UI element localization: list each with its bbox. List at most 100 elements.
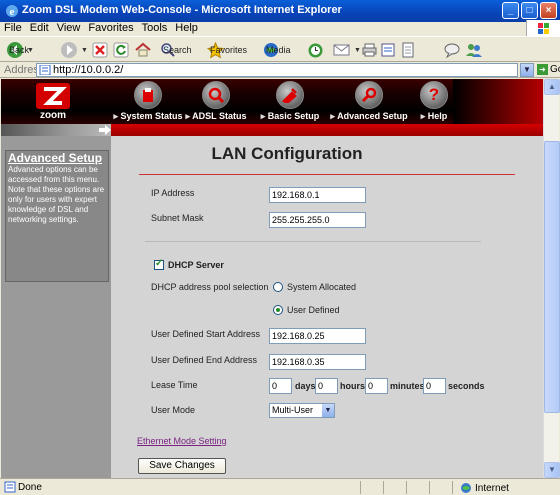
lease-seconds-input[interactable]: 0 xyxy=(423,378,446,394)
page-done-icon xyxy=(4,481,16,493)
save-changes-button[interactable]: Save Changes xyxy=(138,458,226,474)
lease-minutes-input[interactable]: 0 xyxy=(365,378,388,394)
menu-help[interactable]: Help xyxy=(171,22,202,34)
menu-file[interactable]: File xyxy=(0,22,26,34)
subnet-mask-input[interactable]: 255.255.255.0 xyxy=(269,212,366,228)
dhcp-server-label: DHCP Server xyxy=(168,260,224,270)
nav-adsl-status[interactable]: ▸ ADSL Status xyxy=(181,81,251,122)
lease-hours-input[interactable]: 0 xyxy=(315,378,338,394)
mail-button[interactable]: ▼ xyxy=(333,40,361,60)
magnifier-icon xyxy=(202,81,230,109)
refresh-icon xyxy=(113,42,129,58)
status-text: Done xyxy=(18,482,42,493)
go-arrow-icon: ➜ xyxy=(537,64,548,75)
system-status-icon xyxy=(134,81,162,109)
end-address-input[interactable]: 192.168.0.35 xyxy=(269,354,366,370)
address-bar: Address http://10.0.0.2/ ▼ ➜Go xyxy=(0,62,560,78)
go-button[interactable]: ➜Go xyxy=(537,64,560,75)
menu-edit[interactable]: Edit xyxy=(26,22,53,34)
system-allocated-radio[interactable] xyxy=(273,282,283,292)
sidebar-info: Advanced Setup Advanced options can be a… xyxy=(5,150,109,282)
printer-icon xyxy=(362,43,377,57)
svg-text:e: e xyxy=(10,6,15,18)
ip-address-input[interactable]: 192.168.0.1 xyxy=(269,187,366,203)
hours-label: hours xyxy=(340,381,366,391)
back-button[interactable]: Back ▼ xyxy=(6,40,34,60)
discuss-button[interactable] xyxy=(402,40,414,60)
lease-days-input[interactable]: 0 xyxy=(269,378,292,394)
days-label: days xyxy=(295,381,316,391)
lan-config-panel: LAN Configuration IP Address 192.168.0.1… xyxy=(111,136,543,478)
status-bar: Done Internet xyxy=(0,478,560,495)
zoom-logo: zoom xyxy=(36,83,70,121)
minimize-button[interactable]: _ xyxy=(502,2,519,19)
minutes-label: minutes xyxy=(390,381,425,391)
nav-system-status[interactable]: ▸ System Status xyxy=(113,81,183,122)
sidebar-title[interactable]: Advanced Setup xyxy=(8,152,106,165)
nav-advanced-setup[interactable]: ▸ Advanced Setup xyxy=(329,81,409,122)
section-divider xyxy=(145,241,481,242)
research-button[interactable] xyxy=(465,40,483,60)
address-dropdown-icon[interactable]: ▼ xyxy=(520,63,534,77)
menu-bar: File Edit View Favorites Tools Help xyxy=(0,20,560,36)
history-icon xyxy=(308,43,323,57)
globe-icon xyxy=(461,483,471,493)
stop-button[interactable] xyxy=(92,40,108,60)
scroll-thumb[interactable] xyxy=(544,141,560,413)
nav-help[interactable]: ? ▸ Help xyxy=(409,81,459,122)
user-mode-label: User Mode xyxy=(151,405,196,415)
window-title: Zoom DSL Modem Web-Console - Microsoft I… xyxy=(22,4,342,16)
start-address-label: User Defined Start Address xyxy=(151,329,261,339)
user-defined-radio[interactable] xyxy=(273,305,283,315)
print-button[interactable] xyxy=(361,40,378,60)
messenger-button[interactable] xyxy=(443,40,461,60)
title-bar: e Zoom DSL Modem Web-Console - Microsoft… xyxy=(0,0,560,22)
refresh-button[interactable] xyxy=(113,40,129,60)
ip-address-label: IP Address xyxy=(151,188,195,198)
start-address-input[interactable]: 192.168.0.25 xyxy=(269,328,366,344)
pool-selection-label: DHCP address pool selection xyxy=(151,282,269,292)
red-band xyxy=(1,124,543,136)
scroll-up-icon[interactable]: ▲ xyxy=(544,79,560,95)
home-button[interactable] xyxy=(134,40,152,60)
forward-button[interactable]: ▼ xyxy=(60,40,88,60)
mail-icon xyxy=(333,44,350,56)
favorites-button[interactable]: Favorites xyxy=(207,40,247,60)
basic-setup-icon xyxy=(276,81,304,109)
arrow-right-icon xyxy=(99,125,111,135)
user-mode-select[interactable]: Multi-User ▼ xyxy=(269,403,335,418)
wrench-icon xyxy=(355,81,383,109)
left-panel: Advanced Setup Advanced options can be a… xyxy=(1,136,111,478)
nav-basic-setup[interactable]: ▸ Basic Setup xyxy=(255,81,325,122)
dhcp-server-checkbox[interactable] xyxy=(154,258,164,270)
lease-time-label: Lease Time xyxy=(151,380,198,390)
ie-icon: e xyxy=(6,5,18,18)
stop-icon xyxy=(92,42,108,58)
vertical-scrollbar[interactable]: ▲ ▼ xyxy=(543,79,560,478)
edit-page-icon xyxy=(381,43,395,57)
ethernet-mode-link[interactable]: Ethernet Mode Setting xyxy=(137,436,227,446)
menu-view[interactable]: View xyxy=(53,22,85,34)
forward-arrow-icon xyxy=(61,42,77,58)
menu-tools[interactable]: Tools xyxy=(138,22,172,34)
sidebar-description: Advanced options can be accessed from th… xyxy=(8,165,105,224)
document-icon xyxy=(402,42,414,58)
page-viewport: zoom ▸ System Status ▸ ADSL Status ▸ Bas… xyxy=(1,79,543,478)
search-button[interactable]: Search xyxy=(160,40,192,60)
close-button[interactable]: × xyxy=(540,2,557,19)
end-address-label: User Defined End Address xyxy=(151,355,258,365)
toolbar: Back ▼ ▼ Search Favorites Media ▼ xyxy=(0,36,560,62)
history-button[interactable] xyxy=(307,40,324,60)
users-icon xyxy=(466,44,482,57)
media-button[interactable]: Media xyxy=(263,40,291,60)
router-header: zoom ▸ System Status ▸ ADSL Status ▸ Bas… xyxy=(1,79,543,124)
chevron-down-icon: ▼ xyxy=(322,404,334,417)
subnet-mask-label: Subnet Mask xyxy=(151,213,204,223)
maximize-button[interactable]: □ xyxy=(521,2,538,19)
scroll-down-icon[interactable]: ▼ xyxy=(544,462,560,478)
page-icon xyxy=(39,65,51,75)
edit-button[interactable] xyxy=(380,40,397,60)
menu-favorites[interactable]: Favorites xyxy=(84,22,137,34)
address-input[interactable]: http://10.0.0.2/ xyxy=(36,63,518,77)
seconds-label: seconds xyxy=(448,381,485,391)
